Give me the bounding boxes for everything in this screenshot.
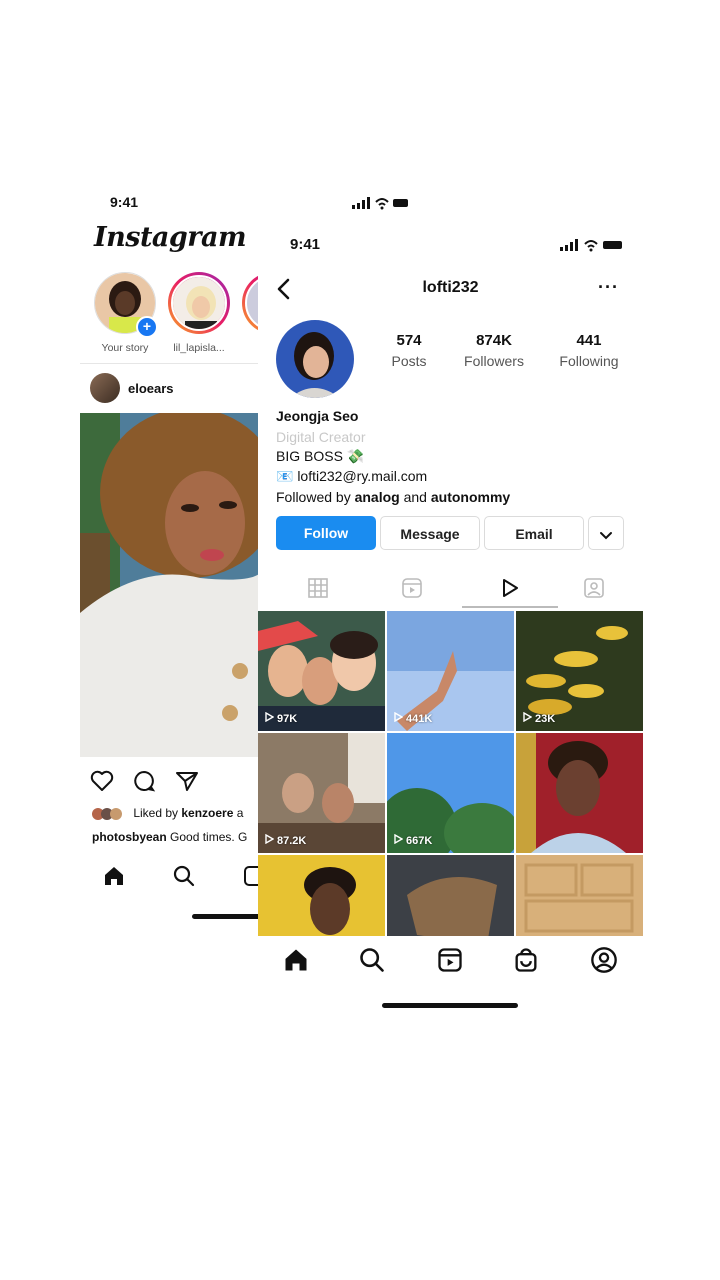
view-count: 441K [393,711,432,725]
play-icon [522,711,533,725]
caption-username[interactable]: photosbyean [92,830,167,844]
status-time: 9:41 [290,236,321,253]
home-icon[interactable] [102,864,126,893]
share-icon[interactable] [175,770,199,797]
feed-bottom-nav [80,860,260,900]
post-actions [90,770,213,797]
message-button[interactable]: Message [380,516,480,550]
active-tab-indicator [462,606,558,608]
story-lil-lapisla[interactable]: lil_lapisla... [168,272,230,354]
bio-line: BIG BOSS 💸 [276,448,365,464]
reels-icon[interactable] [436,946,466,976]
followed-by-line: Followed by analog and autonommy [276,489,511,505]
video-grid: 97K 441K 23K 87.2K 667K [258,611,643,936]
post-caption: photosbyean Good times. G [92,830,248,844]
view-count: 667K [393,833,432,847]
follow-button[interactable]: Follow [276,516,376,550]
profile-name: Jeongja Seo [276,408,359,424]
view-count: 87.2K [264,833,306,847]
email-button[interactable]: Email [484,516,584,550]
view-count: 23K [522,711,555,725]
tagged-icon [583,577,605,604]
post-author-username[interactable]: eloears [128,381,174,396]
profile-tabs [258,572,643,608]
story-avatar [168,272,230,334]
home-indicator [192,914,260,919]
feed-screen: 9:41 Instagram + Your story lil_lapisla.… [80,180,260,940]
play-icon [264,833,275,847]
stat-posts[interactable]: 574 Posts [386,332,432,369]
reels-icon [401,577,423,604]
play-icon [393,833,404,847]
grid-item[interactable]: 441K [387,611,514,731]
home-icon[interactable] [282,946,312,976]
profile-avatar[interactable] [276,320,354,398]
profile-bottom-nav [258,942,643,982]
liker-username[interactable]: kenzoere [181,806,233,820]
post-photo[interactable] [80,413,260,757]
stat-following[interactable]: 441 Following [554,332,624,369]
stories-divider [80,363,260,364]
story-label: lil_lapisla... [173,342,225,354]
grid-item[interactable] [258,855,385,936]
search-icon[interactable] [358,946,388,976]
profile-category: Digital Creator [276,429,366,445]
status-icons [558,238,624,257]
chevron-down-icon[interactable] [588,516,624,550]
profile-screen: 9:41 lofti232 ··· 574 Posts 874K Followe… [258,222,643,1022]
tab-tagged[interactable] [546,572,642,608]
tab-grid[interactable] [270,572,366,608]
search-icon[interactable] [172,864,196,893]
comment-icon[interactable] [132,770,156,797]
grid-item[interactable]: 667K [387,733,514,853]
play-icon [393,711,404,725]
story-your-story[interactable]: + Your story [94,272,158,354]
play-icon [264,711,275,725]
add-story-icon[interactable]: + [136,316,158,338]
instagram-logo: Instagram [94,222,247,253]
more-options-icon[interactable]: ··· [598,277,619,298]
play-icon [499,577,521,604]
post-author-avatar[interactable] [90,373,120,403]
profile-icon[interactable] [590,946,620,976]
followed-by-user[interactable]: analog [355,489,400,505]
tab-reels[interactable] [364,572,460,608]
followed-by-user[interactable]: autonommy [431,489,510,505]
grid-icon [307,577,329,604]
home-indicator [382,1003,518,1008]
shop-icon[interactable] [512,946,542,976]
story-label: Your story [101,342,149,354]
grid-item[interactable]: 23K [516,611,643,731]
liker-avatars [92,807,130,820]
likes-line: Liked by kenzoere a [92,806,243,820]
grid-item[interactable]: 87.2K [258,733,385,853]
status-time: 9:41 [110,194,139,210]
back-status-icons [350,196,410,215]
profile-username: lofti232 [422,279,479,296]
grid-item[interactable] [387,855,514,936]
view-count: 97K [264,711,297,725]
grid-item[interactable] [516,855,643,936]
bio-email-link[interactable]: 📧 lofti232@ry.mail.com [276,468,427,485]
grid-item[interactable] [516,733,643,853]
heart-icon[interactable] [90,770,114,797]
grid-item[interactable]: 97K [258,611,385,731]
tab-videos[interactable] [462,572,558,608]
stat-followers[interactable]: 874K Followers [458,332,530,369]
